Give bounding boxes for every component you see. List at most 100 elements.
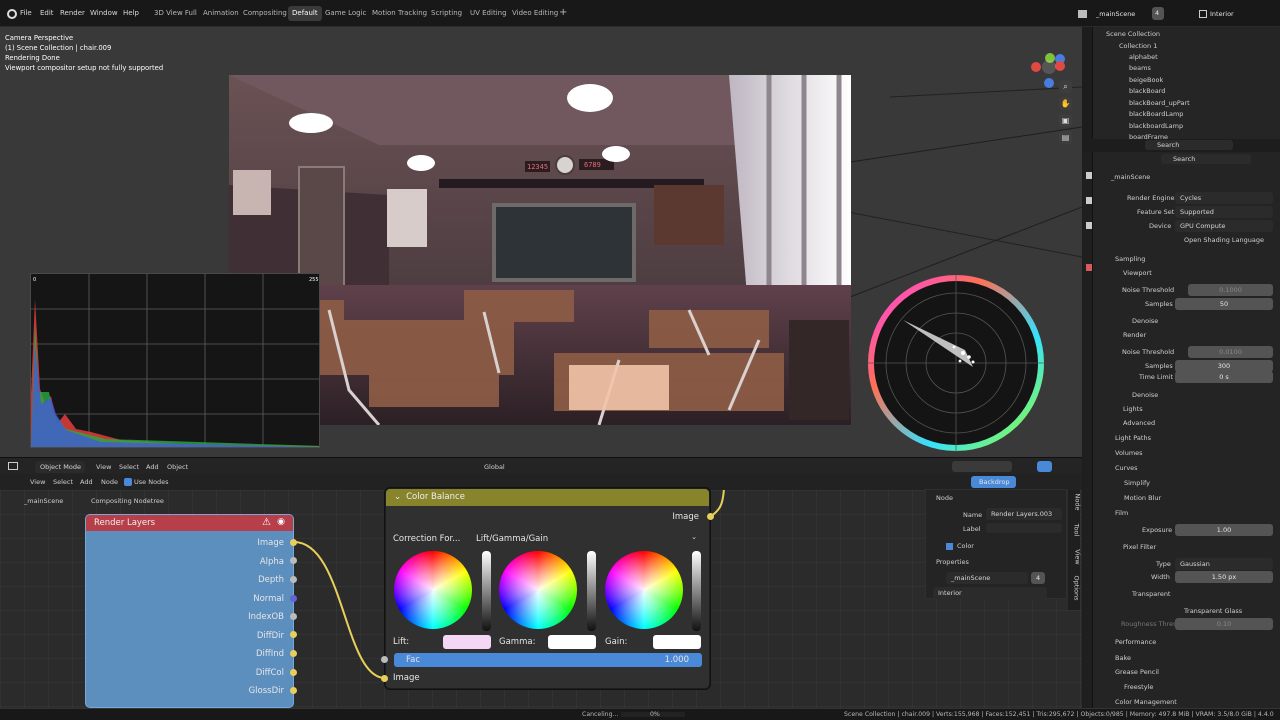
sampling-section[interactable]: Sampling xyxy=(1115,255,1145,263)
render-image-socket[interactable] xyxy=(290,539,297,546)
gain-color-wheel[interactable] xyxy=(605,551,683,629)
viewport-denoise-label[interactable]: Denoise xyxy=(1132,317,1158,325)
menu-help[interactable]: Help xyxy=(123,9,139,17)
render-depth-socket[interactable] xyxy=(290,576,297,583)
node-name-field[interactable]: Render Layers.003 xyxy=(986,508,1062,520)
color-balance-node[interactable]: ⌄ Color Balance Image Correction For... L… xyxy=(385,488,710,689)
grease-pencil-section[interactable]: Grease Pencil xyxy=(1115,668,1159,676)
render-engine-select[interactable]: Cycles xyxy=(1175,192,1273,204)
tab-motion-tracking[interactable]: Motion Tracking xyxy=(372,9,427,17)
shading-buttons[interactable] xyxy=(952,461,1012,472)
eye-icon[interactable]: ◉ xyxy=(277,517,285,527)
viewport-samples-field[interactable]: 50 xyxy=(1175,298,1273,310)
fac-value[interactable]: 1.000 xyxy=(665,655,689,665)
render-indexob-socket[interactable] xyxy=(290,613,297,620)
exposure-field[interactable]: 1.00 xyxy=(1175,524,1273,536)
feature-set-select[interactable]: Supported xyxy=(1175,206,1273,218)
options-tab[interactable]: Options xyxy=(1073,575,1081,600)
tab-default[interactable]: Default xyxy=(288,6,322,21)
light-paths-section[interactable]: Light Paths xyxy=(1115,434,1151,442)
simplify-section[interactable]: Simplify xyxy=(1124,479,1150,487)
render-section[interactable]: Render xyxy=(1123,331,1146,339)
gain-color-swatch[interactable] xyxy=(653,635,701,649)
collection-label[interactable]: Collection 1 xyxy=(1119,42,1157,50)
view-layer-name[interactable]: Interior xyxy=(1210,10,1234,18)
outliner-search[interactable]: Search xyxy=(1145,140,1233,150)
gain-value-slider[interactable] xyxy=(692,551,701,631)
overlay-button[interactable] xyxy=(1037,461,1052,472)
tab-game-logic[interactable]: Game Logic xyxy=(325,9,366,17)
pixel-filter-section[interactable]: Pixel Filter xyxy=(1123,543,1156,551)
transform-orientation[interactable]: Global xyxy=(484,463,505,471)
node-view-layer-field[interactable]: Interior xyxy=(933,587,1047,599)
view-menu[interactable]: View xyxy=(96,463,111,471)
object-mode-menu[interactable]: Object Mode xyxy=(35,461,85,473)
scene-selector-icon[interactable] xyxy=(1078,10,1087,18)
lift-color-wheel[interactable] xyxy=(394,551,472,629)
correction-dropdown-icon[interactable]: ⌄ xyxy=(691,533,697,541)
render-denoise-label[interactable]: Denoise xyxy=(1132,391,1158,399)
add-workspace-icon[interactable]: + xyxy=(559,7,567,18)
node-tab[interactable]: Node xyxy=(1073,494,1081,511)
menu-file[interactable]: File xyxy=(20,9,32,17)
filter-width-field[interactable]: 1.50 px xyxy=(1175,571,1273,583)
node-add-menu[interactable]: Add xyxy=(80,478,93,486)
performance-section[interactable]: Performance xyxy=(1115,638,1156,646)
node-select-menu[interactable]: Select xyxy=(53,478,73,486)
backdrop-button[interactable]: Backdrop xyxy=(971,476,1016,488)
color-management-section[interactable]: Color Management xyxy=(1115,698,1177,706)
fac-input-socket[interactable] xyxy=(381,656,388,663)
outliner-item[interactable]: beigeBook xyxy=(1129,76,1163,84)
roughness-field[interactable]: 0.10 xyxy=(1175,618,1273,630)
lift-value-slider[interactable] xyxy=(482,551,491,631)
tool-tab[interactable]: Tool xyxy=(1072,524,1080,537)
node-view-menu[interactable]: View xyxy=(30,478,45,486)
color-input-socket[interactable] xyxy=(381,675,388,682)
gamma-value-slider[interactable] xyxy=(587,551,596,631)
outliner-item[interactable]: blackboardLamp xyxy=(1129,122,1183,130)
color-checkbox[interactable] xyxy=(946,543,953,550)
properties-search[interactable]: Search xyxy=(1161,154,1251,164)
tab-compositing[interactable]: Compositing xyxy=(243,9,287,17)
render-noise-field[interactable]: 0.0100 xyxy=(1188,346,1273,358)
advanced-section[interactable]: Advanced xyxy=(1123,419,1155,427)
node-menu[interactable]: Node xyxy=(101,478,118,486)
viewport-section[interactable]: Viewport xyxy=(1123,269,1152,277)
view-tab[interactable]: View xyxy=(1074,549,1082,564)
correction-value[interactable]: Lift/Gamma/Gain xyxy=(476,534,701,546)
use-nodes-checkbox[interactable] xyxy=(124,478,132,486)
node-label-field[interactable] xyxy=(986,523,1062,533)
menu-render[interactable]: Render xyxy=(60,9,85,17)
lock-icon[interactable]: ▤ xyxy=(1059,131,1072,144)
filter-type-select[interactable]: Gaussian xyxy=(1175,558,1273,570)
curves-section[interactable]: Curves xyxy=(1115,464,1138,472)
editor-type-icon[interactable] xyxy=(8,462,18,470)
pan-hand-icon[interactable]: ✋ xyxy=(1059,97,1072,110)
render-diffdir-socket[interactable] xyxy=(290,631,297,638)
render-alpha-socket[interactable] xyxy=(290,557,297,564)
time-limit-field[interactable]: 0 s xyxy=(1175,371,1273,383)
object-menu[interactable]: Object xyxy=(167,463,188,471)
blender-logo-icon[interactable] xyxy=(7,9,17,19)
select-menu[interactable]: Select xyxy=(119,463,139,471)
render-glossdir-socket[interactable] xyxy=(290,687,297,694)
menu-window[interactable]: Window xyxy=(90,9,118,17)
gamma-color-wheel[interactable] xyxy=(499,551,577,629)
color-output-socket[interactable] xyxy=(707,513,714,520)
outliner-item[interactable]: beams xyxy=(1129,64,1151,72)
tab-animation[interactable]: Animation xyxy=(203,9,239,17)
collapse-icon[interactable]: ⌄ xyxy=(394,492,401,502)
menu-edit[interactable]: Edit xyxy=(40,9,54,17)
render-diffcol-socket[interactable] xyxy=(290,669,297,676)
gamma-color-swatch[interactable] xyxy=(548,635,596,649)
scene-name[interactable]: _mainScene xyxy=(1096,10,1135,18)
camera-icon[interactable]: ▣ xyxy=(1059,114,1072,127)
outliner-item[interactable]: alphabet xyxy=(1129,53,1158,61)
transparent-section[interactable]: Transparent xyxy=(1132,590,1170,598)
film-section[interactable]: Film xyxy=(1115,509,1128,517)
motion-blur-section[interactable]: Motion Blur xyxy=(1124,494,1161,502)
scene-users[interactable]: 4 xyxy=(1152,7,1164,20)
node-scene-field[interactable]: _mainScene xyxy=(946,572,1028,584)
viewport-noise-field[interactable]: 0.1000 xyxy=(1188,284,1273,296)
tab-scripting[interactable]: Scripting xyxy=(431,9,462,17)
